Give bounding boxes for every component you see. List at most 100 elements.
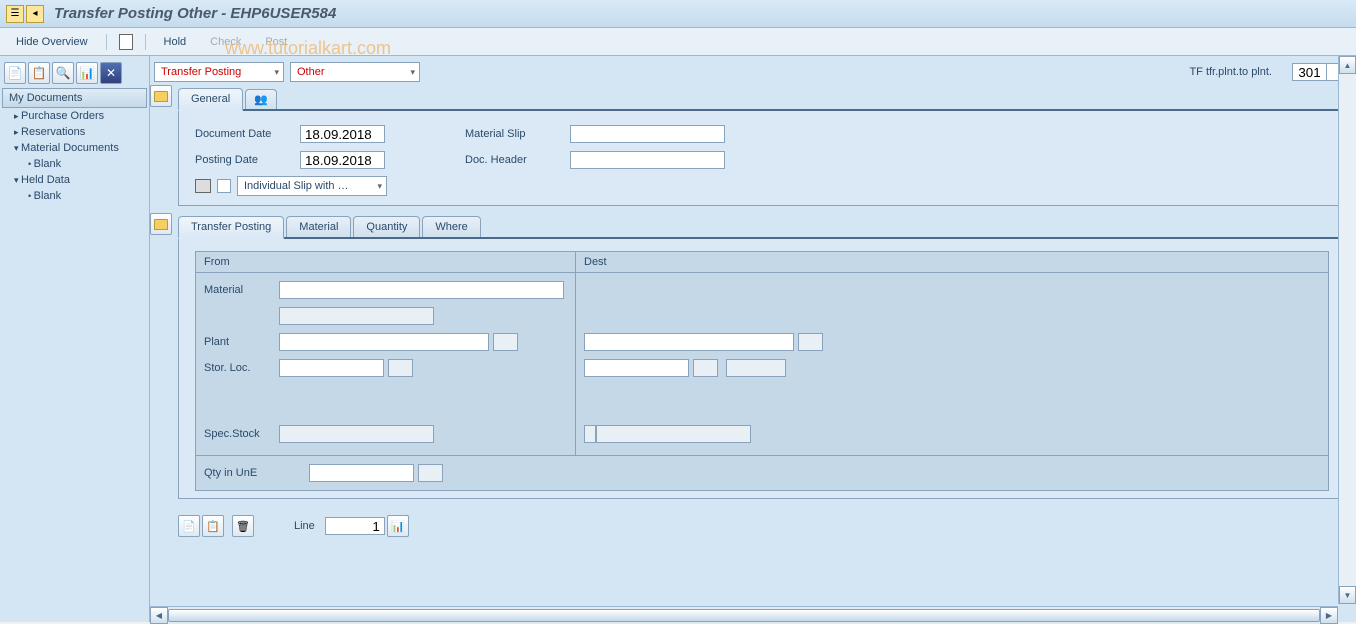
material-slip-input[interactable] bbox=[570, 125, 725, 143]
toolbar: Hide Overview Hold Check Post bbox=[0, 28, 1356, 56]
sidebar-toolbar: 📄 📋 🔍 📊 ✕ bbox=[0, 60, 149, 86]
tab-transfer-posting[interactable]: Transfer Posting bbox=[178, 216, 284, 239]
dest-plant-input[interactable] bbox=[584, 333, 794, 351]
sidebar-item-material-documents[interactable]: Material Documents bbox=[0, 140, 149, 156]
sidebar-item-blank-1[interactable]: Blank bbox=[0, 156, 149, 172]
movement-type-label: TF tfr.plnt.to plnt. bbox=[1189, 66, 1292, 78]
menu-icon[interactable]: ☰ bbox=[6, 5, 24, 23]
qty-label: Qty in UnE bbox=[204, 467, 279, 479]
horizontal-scrollbar[interactable]: ◀ ▶ bbox=[150, 606, 1338, 624]
window-title: Transfer Posting Other - EHP6USER584 bbox=[54, 5, 336, 22]
from-material-desc bbox=[279, 307, 434, 325]
dest-storloc-extra bbox=[726, 359, 786, 377]
material-label: Material bbox=[204, 284, 279, 296]
material-slip-label: Material Slip bbox=[465, 128, 570, 140]
title-bar: ☰ ◂ Transfer Posting Other - EHP6USER584 bbox=[0, 0, 1356, 28]
tab-vendor-icon[interactable]: 👥 bbox=[245, 89, 277, 109]
line-goto-button[interactable]: 📊 bbox=[387, 515, 409, 537]
qty-row: Qty in UnE bbox=[196, 455, 1328, 490]
stor-loc-label: Stor. Loc. bbox=[204, 362, 279, 374]
posting-date-label: Posting Date bbox=[195, 154, 300, 166]
sidebar-btn-3[interactable]: 🔍 bbox=[52, 62, 74, 84]
post-button[interactable]: Post bbox=[259, 34, 293, 50]
sidebar-item-held-data[interactable]: Held Data bbox=[0, 172, 149, 188]
dest-header: Dest bbox=[576, 252, 615, 272]
collapse-header-button[interactable] bbox=[150, 85, 172, 107]
dest-specstock-ind bbox=[584, 425, 596, 443]
detail-tabstrip: Transfer Posting Material Quantity Where bbox=[178, 216, 1346, 239]
hide-overview-button[interactable]: Hide Overview bbox=[10, 34, 94, 50]
spec-stock-label: Spec.Stock bbox=[204, 428, 279, 440]
tab-material[interactable]: Material bbox=[286, 216, 351, 237]
header-tabstrip: General 👥 bbox=[178, 88, 1346, 111]
plant-label: Plant bbox=[204, 336, 279, 348]
action-row: Transfer Posting Other TF tfr.plnt.to pl… bbox=[154, 62, 1346, 82]
posting-date-input[interactable] bbox=[300, 151, 385, 169]
scroll-thumb[interactable] bbox=[168, 609, 1320, 622]
sidebar-btn-2[interactable]: 📋 bbox=[28, 62, 50, 84]
content-area: Transfer Posting Other TF tfr.plnt.to pl… bbox=[150, 56, 1356, 622]
dest-storloc-input[interactable] bbox=[584, 359, 689, 377]
dest-storloc-code bbox=[693, 359, 718, 377]
from-plant-code bbox=[493, 333, 518, 351]
sidebar-close-button[interactable]: ✕ bbox=[100, 62, 122, 84]
transfer-panel: From Dest Material Plan bbox=[178, 239, 1346, 499]
footer-row: 📄 📋 🗑 Line 📊 bbox=[178, 509, 1346, 543]
scroll-track[interactable] bbox=[168, 607, 1320, 624]
qty-unit bbox=[418, 464, 443, 482]
footer-btn-delete[interactable]: 🗑 bbox=[232, 515, 254, 537]
from-material-input[interactable] bbox=[279, 281, 564, 299]
sidebar-btn-1[interactable]: 📄 bbox=[4, 62, 26, 84]
scroll-up-button[interactable]: ▲ bbox=[1339, 56, 1356, 74]
sidebar-item-reservations[interactable]: Reservations bbox=[0, 124, 149, 140]
tree-header[interactable]: My Documents bbox=[2, 88, 147, 108]
hold-button[interactable]: Hold bbox=[158, 34, 193, 50]
transfer-grid: From Dest Material Plan bbox=[195, 251, 1329, 491]
document-date-input[interactable] bbox=[300, 125, 385, 143]
toolbar-separator bbox=[145, 34, 146, 50]
from-storloc-code bbox=[388, 359, 413, 377]
dest-column bbox=[576, 273, 956, 455]
line-input[interactable] bbox=[325, 517, 385, 535]
general-panel: Document Date Material Slip Posting Date… bbox=[178, 111, 1346, 206]
from-header: From bbox=[196, 252, 576, 272]
doc-header-input[interactable] bbox=[570, 151, 725, 169]
tab-general[interactable]: General bbox=[178, 88, 243, 111]
tab-quantity[interactable]: Quantity bbox=[353, 216, 420, 237]
from-plant-input[interactable] bbox=[279, 333, 489, 351]
from-storloc-input[interactable] bbox=[279, 359, 384, 377]
qty-input[interactable] bbox=[309, 464, 414, 482]
footer-btn-1[interactable]: 📄 bbox=[178, 515, 200, 537]
sidebar-btn-4[interactable]: 📊 bbox=[76, 62, 98, 84]
doc-header-label: Doc. Header bbox=[465, 154, 570, 166]
check-button[interactable]: Check bbox=[204, 34, 247, 50]
dest-specstock-input bbox=[596, 425, 751, 443]
toolbar-separator bbox=[106, 34, 107, 50]
footer-btn-2[interactable]: 📋 bbox=[202, 515, 224, 537]
dest-plant-code bbox=[798, 333, 823, 351]
tab-where[interactable]: Where bbox=[422, 216, 480, 237]
scroll-left-button[interactable]: ◀ bbox=[150, 607, 168, 624]
sidebar: 📄 📋 🔍 📊 ✕ My Documents Purchase Orders R… bbox=[0, 56, 150, 622]
title-icon-group: ☰ ◂ bbox=[6, 5, 44, 23]
slip-dropdown[interactable]: Individual Slip with … bbox=[237, 176, 387, 196]
scroll-right-button[interactable]: ▶ bbox=[1320, 607, 1338, 624]
main-container: 📄 📋 🔍 📊 ✕ My Documents Purchase Orders R… bbox=[0, 56, 1356, 622]
from-column: Material Plant Stor bbox=[196, 273, 576, 455]
collapse-detail-button[interactable] bbox=[150, 213, 172, 235]
vertical-scrollbar[interactable]: ▲ ▼ bbox=[1338, 56, 1356, 604]
from-specstock-input bbox=[279, 425, 434, 443]
print-checkbox[interactable] bbox=[217, 179, 231, 193]
line-label: Line bbox=[294, 520, 315, 532]
footer-buttons: 📄 📋 🗑 bbox=[178, 515, 254, 537]
movement-type-input[interactable] bbox=[1292, 63, 1327, 81]
action-dropdown[interactable]: Transfer Posting bbox=[154, 62, 284, 82]
document-date-label: Document Date bbox=[195, 128, 300, 140]
sidebar-item-purchase-orders[interactable]: Purchase Orders bbox=[0, 108, 149, 124]
reference-dropdown[interactable]: Other bbox=[290, 62, 420, 82]
sidebar-item-blank-2[interactable]: Blank bbox=[0, 188, 149, 204]
print-icon[interactable] bbox=[195, 179, 211, 193]
back-icon[interactable]: ◂ bbox=[26, 5, 44, 23]
document-icon[interactable] bbox=[119, 34, 133, 50]
scroll-down-button[interactable]: ▼ bbox=[1339, 586, 1356, 604]
